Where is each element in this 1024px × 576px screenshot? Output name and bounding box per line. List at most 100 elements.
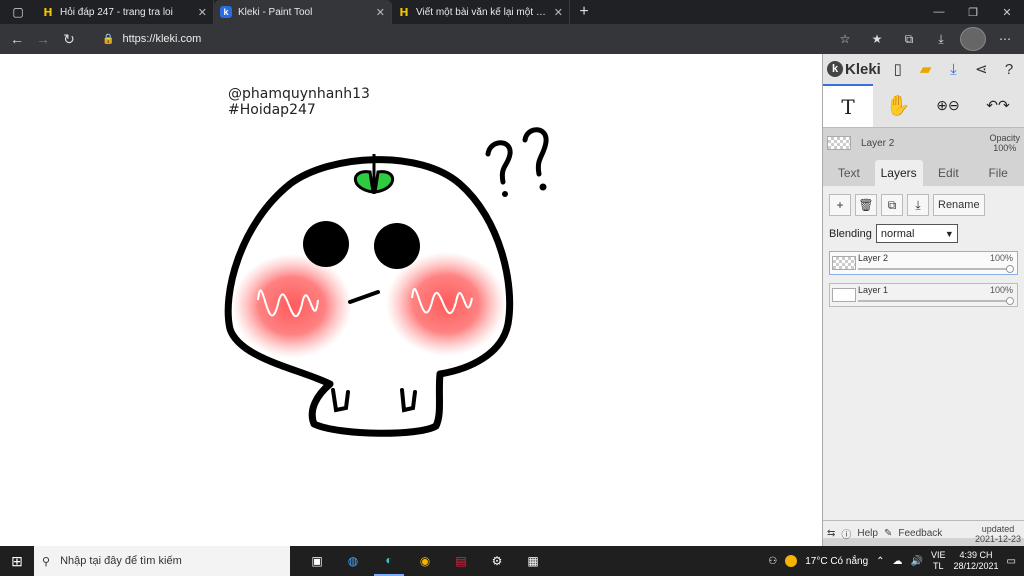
duplicate-layer-icon[interactable]: ⧉ (881, 194, 903, 216)
layer-actions: + 🗑 ⧉ ⤓ Rename (829, 194, 1018, 216)
blending-row: Blending normal ▼ (829, 224, 1018, 243)
help-link[interactable]: Help (857, 528, 878, 539)
undo-redo-icon[interactable]: ↶↷ (973, 84, 1023, 127)
new-file-icon[interactable]: ▯ (887, 58, 909, 80)
kleki-logo: k Kleki (827, 61, 881, 78)
collections-icon[interactable]: ⧉ (896, 27, 922, 51)
tab-strip: ▢ H Hỏi đáp 247 - trang tra loi ✕ k Klek… (0, 0, 1024, 24)
task-view-icon[interactable]: ▣ (302, 546, 332, 576)
question-dot-1 (502, 191, 508, 197)
slider-knob[interactable] (1006, 265, 1014, 273)
k-icon: k (220, 6, 232, 18)
tab-file[interactable]: File (974, 160, 1022, 186)
right-eye (374, 223, 420, 269)
layers-panel: + 🗑 ⧉ ⤓ Rename Blending normal ▼ Layer 2… (823, 186, 1024, 538)
layer-item[interactable]: Layer 2 100% (829, 251, 1018, 275)
chrome-icon[interactable]: ◉ (410, 546, 440, 576)
profile-avatar[interactable] (960, 27, 986, 51)
chevron-down-icon: ▼ (944, 228, 954, 239)
rename-button[interactable]: Rename (933, 194, 985, 216)
layer-name: Layer 2 (858, 253, 889, 263)
layer-opacity-slider[interactable] (858, 265, 1014, 273)
delete-layer-icon[interactable]: 🗑 (855, 194, 877, 216)
drawing-canvas[interactable]: @phamquynhanh13 #Hoidap247 (0, 54, 822, 546)
feedback-icon[interactable]: ✎ (884, 528, 892, 539)
question-mark-1 (485, 140, 513, 185)
zalo-icon[interactable]: ◍ (338, 546, 368, 576)
blending-select[interactable]: normal ▼ (875, 224, 958, 243)
text-tool-icon[interactable]: T (823, 84, 873, 127)
downloads-icon[interactable]: ⤓ (928, 27, 954, 51)
share-icon[interactable]: ⋖ (970, 58, 992, 80)
people-icon[interactable]: ⚇ (768, 556, 777, 567)
weather-text[interactable]: 17°C Có nắng (805, 556, 868, 567)
close-icon[interactable]: ✕ (198, 6, 207, 19)
panel-tabs: Text Layers Edit File (823, 158, 1024, 186)
tab-edit[interactable]: Edit (925, 160, 973, 186)
help-icon[interactable]: ⓘ (841, 526, 851, 541)
app-icon[interactable]: ▤ (446, 546, 476, 576)
reload-icon[interactable]: ↻ (58, 27, 80, 51)
calculator-icon[interactable]: ▦ (518, 546, 548, 576)
download-icon[interactable]: ⤓ (943, 58, 965, 80)
leaf-left (353, 170, 375, 194)
right-foot (400, 388, 417, 413)
layer-opacity: 100% (989, 285, 1013, 295)
merge-layer-icon[interactable]: ⤓ (907, 194, 929, 216)
network-icon[interactable]: ☁ (893, 556, 903, 567)
tab-viet[interactable]: H Viết một bài văn kể lại một lần e ✕ (392, 0, 570, 24)
notifications-icon[interactable]: ▭ (1007, 556, 1016, 567)
back-icon[interactable]: ← (6, 27, 28, 51)
address-bar[interactable]: 🔒 https://kleki.com (98, 27, 828, 51)
layer-name: Layer 1 (858, 285, 889, 295)
edge-icon[interactable]: ◐ (374, 546, 404, 576)
add-layer-icon[interactable]: + (829, 194, 851, 216)
forward-icon[interactable]: → (32, 27, 54, 51)
close-icon[interactable]: ✕ (554, 6, 563, 19)
settings-icon[interactable]: ⚙ (482, 546, 512, 576)
layer-thumbnail (827, 136, 851, 150)
tab-title: Hỏi đáp 247 - trang tra loi (60, 6, 173, 18)
tab-text[interactable]: Text (825, 160, 873, 186)
left-eye (303, 221, 349, 267)
screen: ▢ H Hỏi đáp 247 - trang tra loi ✕ k Klek… (0, 0, 1024, 576)
close-icon[interactable]: ✕ (376, 6, 385, 19)
clock[interactable]: 4:39 CH 28/12/2021 (954, 550, 999, 572)
new-tab-button[interactable]: + (570, 0, 598, 24)
opacity-display: Opacity 100% (989, 133, 1020, 153)
tab-kleki[interactable]: k Kleki - Paint Tool ✕ (214, 0, 392, 24)
current-layer-name: Layer 2 (861, 137, 895, 149)
feedback-link[interactable]: Feedback (898, 528, 942, 539)
favorites-icon[interactable]: ★ (864, 27, 890, 51)
minimize-icon[interactable]: — (922, 0, 956, 24)
tab-actions-icon[interactable]: ▢ (0, 0, 36, 24)
swap-icon[interactable]: ⇆ (827, 528, 835, 539)
windows-start-icon[interactable]: ⊞ (0, 553, 34, 570)
zoom-icon[interactable]: ⊕⊖ (923, 84, 973, 127)
taskbar-search[interactable]: ⚲ Nhập tại đây để tìm kiếm (34, 546, 290, 576)
layer-item[interactable]: Layer 1 100% (829, 283, 1018, 307)
layer-opacity-slider[interactable] (858, 297, 1014, 305)
h-icon: H (399, 5, 409, 19)
tray-chevron-icon[interactable]: ⌃ (876, 556, 884, 567)
kleki-panel: k Kleki ▯ ▰ ⤓ ⋖ ? T ✋ ⊕⊖ ↶↷ Layer 2 Opac… (822, 54, 1024, 546)
tab-hoidap[interactable]: H Hỏi đáp 247 - trang tra loi ✕ (36, 0, 214, 24)
restore-icon[interactable]: ❐ (956, 0, 990, 24)
volume-icon[interactable]: 🔊 (911, 556, 923, 567)
help-circle-icon[interactable]: ? (998, 58, 1020, 80)
add-favorite-icon[interactable]: ☆ (832, 27, 858, 51)
search-icon: ⚲ (42, 555, 51, 568)
tool-row: T ✋ ⊕⊖ ↶↷ (823, 84, 1024, 128)
updated-info: updated 2021-12-23 (975, 524, 1024, 544)
language-indicator[interactable]: VIE TL (931, 550, 946, 572)
panel-header: k Kleki ▯ ▰ ⤓ ⋖ ? (823, 54, 1024, 84)
open-folder-icon[interactable]: ▰ (915, 58, 937, 80)
layer-opacity: 100% (989, 253, 1013, 263)
tab-layers[interactable]: Layers (874, 160, 923, 186)
kleki-logo-icon: k (827, 61, 843, 77)
more-icon[interactable]: ⋯ (992, 27, 1018, 51)
close-window-icon[interactable]: ✕ (990, 0, 1024, 24)
hand-tool-icon[interactable]: ✋ (873, 84, 923, 127)
updated-label: updated (981, 523, 1015, 534)
slider-knob[interactable] (1006, 297, 1014, 305)
